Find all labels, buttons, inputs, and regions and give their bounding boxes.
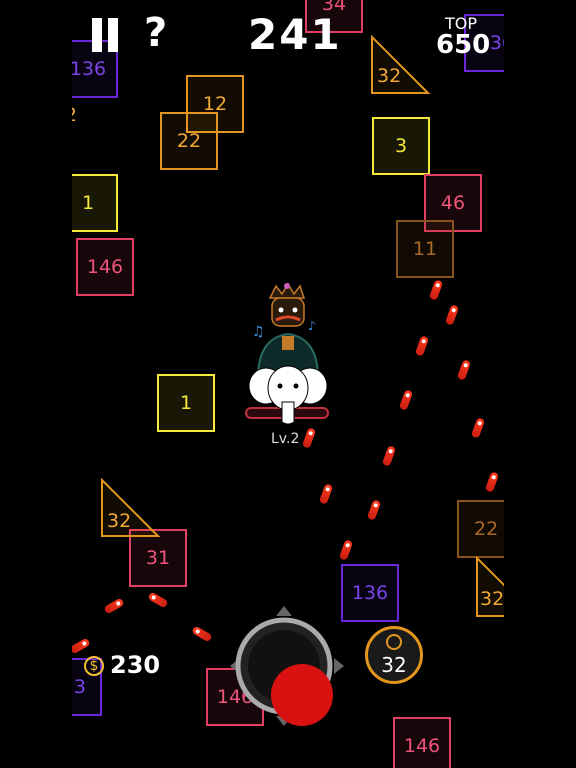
pause-icon (108, 18, 118, 52)
block-value: 136 (72, 58, 107, 80)
fireball (147, 591, 169, 609)
timer-powerup[interactable]: 32 (365, 626, 423, 684)
player-level: Lv.2 (271, 431, 300, 447)
svg-text:♪: ♪ (308, 319, 316, 333)
fireball (456, 359, 472, 381)
block: 2 (72, 86, 78, 144)
top-score-value: 650 (436, 30, 491, 60)
fireball (72, 637, 91, 655)
block: 3 (372, 117, 430, 175)
block-value: 3 (73, 676, 86, 698)
alarm-clock-icon (386, 634, 402, 650)
block-value: 46 (440, 192, 466, 214)
block: 22 (160, 112, 218, 170)
timer-value: 32 (381, 653, 407, 677)
block-value: 22 (176, 130, 202, 152)
block-value: 2 (72, 104, 77, 126)
game-field[interactable]: 34 136 36 12 22 3 1 46 11 146 1 31 22 13… (72, 0, 504, 768)
block-value: 36 (489, 32, 504, 54)
fireball (301, 427, 317, 449)
block-value: 136 (351, 582, 389, 604)
block: 1 (157, 374, 215, 432)
coin-count: 230 (110, 651, 161, 679)
player-character: ♫ ♪ (245, 282, 329, 425)
score: 241 (248, 10, 342, 59)
fireball (191, 625, 213, 643)
block: 146 (76, 238, 134, 296)
block-value: 22 (474, 518, 499, 540)
fireball (103, 597, 125, 615)
block-value: 1 (81, 192, 95, 214)
pause-icon (92, 18, 102, 52)
block: 136 (341, 564, 399, 622)
block-value: 146 (86, 256, 124, 278)
pause-button[interactable] (90, 18, 122, 52)
fireball (428, 279, 444, 301)
fireball (470, 417, 486, 439)
block-value: 11 (412, 238, 438, 260)
help-button[interactable]: ? (144, 10, 167, 56)
fireball (366, 499, 382, 521)
block: 146 (393, 717, 451, 768)
block-value: 31 (145, 547, 171, 569)
block-value: 3 (394, 135, 408, 157)
fireball (398, 389, 414, 411)
block-value: 1 (179, 392, 193, 414)
fireball (444, 304, 460, 326)
coin-symbol: $ (89, 658, 99, 674)
triangle-value: 32 (377, 65, 402, 87)
block-value: 146 (403, 735, 441, 757)
fire-button[interactable] (271, 664, 333, 726)
svg-text:♫: ♫ (252, 324, 265, 340)
coin-icon: $ (84, 656, 104, 676)
fireball (484, 471, 500, 493)
fireball (318, 483, 334, 505)
fireball (414, 335, 430, 357)
triangle-value: 32 (480, 588, 504, 610)
block: 11 (396, 220, 454, 278)
triangle-value: 32 (107, 510, 132, 532)
block: 22 (457, 500, 504, 558)
fireball (381, 445, 397, 467)
block: 1 (72, 174, 118, 232)
fireball (338, 539, 354, 561)
